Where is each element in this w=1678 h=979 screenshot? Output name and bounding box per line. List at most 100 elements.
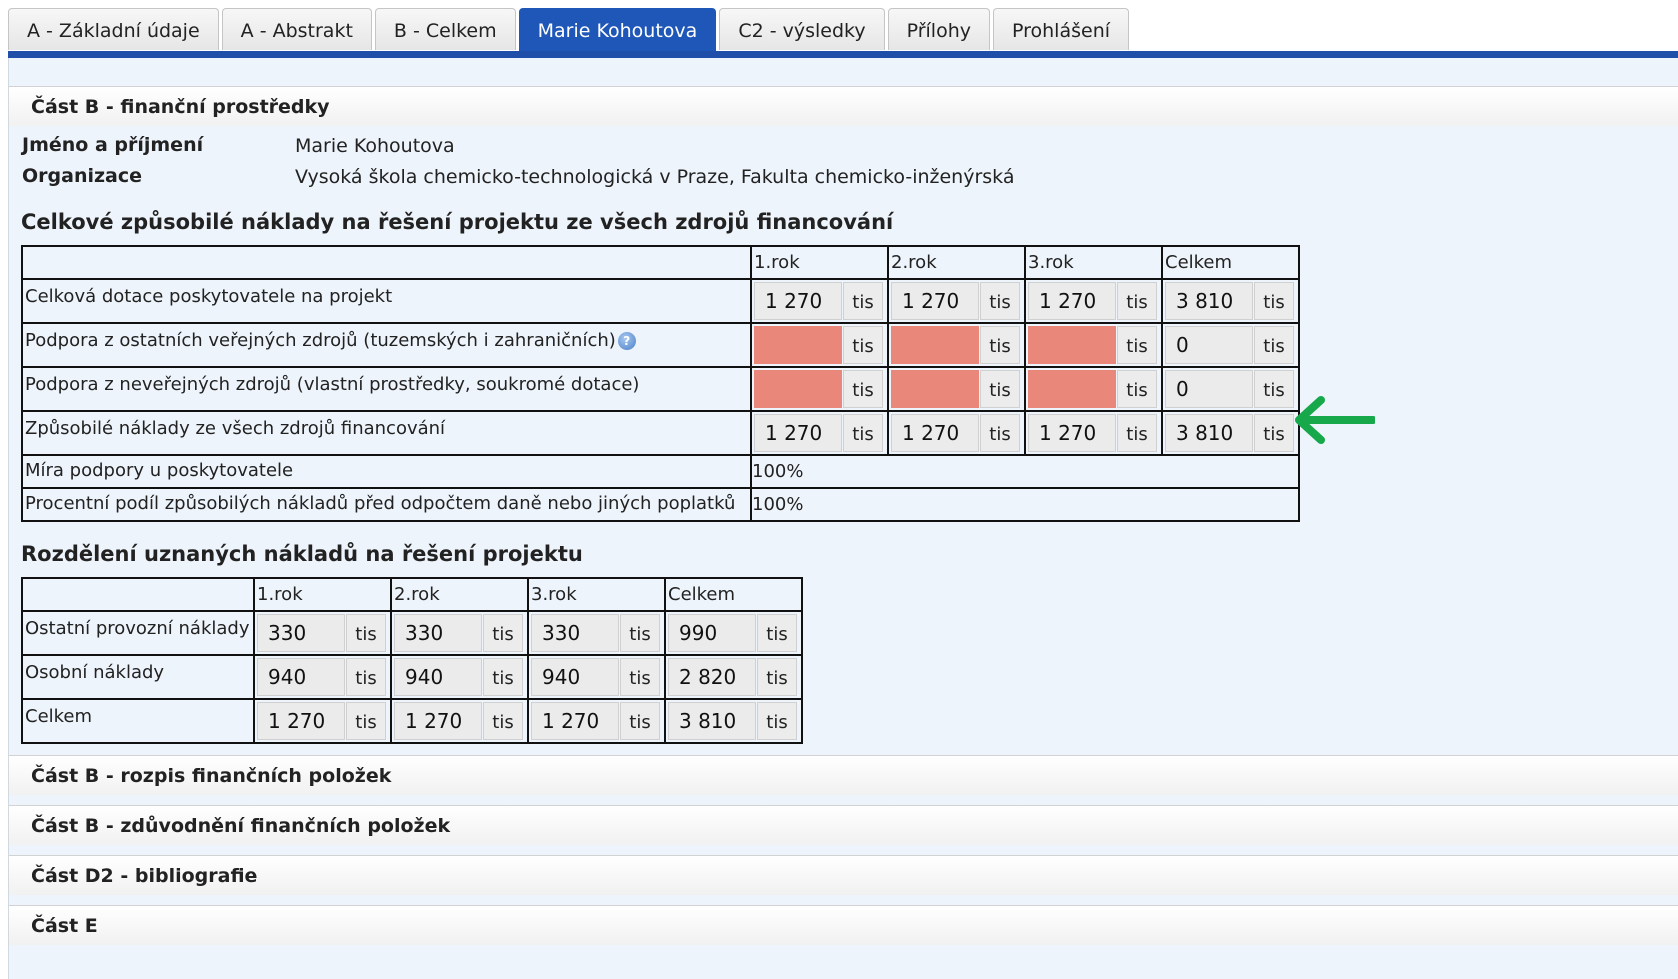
total-amount-field: 3 810	[1165, 282, 1253, 320]
row-label: Podpora z neveřejných zdrojů (vlastní pr…	[21, 366, 752, 412]
unit-label: tis	[843, 414, 883, 452]
table-row: Celkem 1 270 tis 1 270 tis 1 270 tis 3 810 t…	[21, 698, 803, 744]
unit-label: tis	[1254, 282, 1294, 320]
unit-label: tis	[980, 282, 1020, 320]
tab-zakladni-udaje[interactable]: A - Základní údaje	[8, 8, 219, 50]
unit-label: tis	[1117, 370, 1157, 408]
amount-input-missing[interactable]	[754, 370, 842, 408]
table1-header: 2.rok	[887, 245, 1026, 280]
tab-bar: A - Základní údaje A - Abstrakt B - Celk…	[8, 8, 1132, 52]
amount-input-missing[interactable]	[891, 326, 979, 364]
tab-b-celkem[interactable]: B - Celkem	[374, 8, 516, 50]
table2-title: Rozdělení uznaných nákladů na řešení pro…	[21, 542, 583, 566]
amount-input-missing[interactable]	[754, 326, 842, 364]
arrow-left-icon	[1295, 396, 1375, 444]
table-row: Ostatní provozní náklady 330 tis 330 tis 3…	[21, 610, 803, 656]
row-label: Podpora z ostatních veřejných zdrojů (tu…	[25, 330, 616, 351]
percent-value: 100%	[750, 454, 1300, 489]
unit-label: tis	[620, 702, 660, 740]
table1-header-empty	[21, 245, 752, 280]
amount-field: 940	[531, 658, 619, 696]
row-label: Ostatní provozní náklady	[21, 610, 255, 656]
unit-label: tis	[843, 326, 883, 364]
unit-label: tis	[1254, 326, 1294, 364]
total-amount-field: 990	[668, 614, 756, 652]
unit-label: tis	[483, 702, 523, 740]
unit-label: tis	[980, 370, 1020, 408]
unit-label: tis	[757, 658, 797, 696]
amount-input-missing[interactable]	[1028, 326, 1116, 364]
amount-field: 1 270	[394, 702, 482, 740]
unit-label: tis	[620, 658, 660, 696]
tab-prilohy[interactable]: Přílohy	[887, 8, 990, 50]
amount-field: 1 270	[1028, 414, 1116, 452]
help-icon[interactable]: ?	[617, 332, 636, 350]
tab-marie-kohoutova[interactable]: Marie Kohoutova	[518, 8, 717, 52]
percent-value: 100%	[750, 487, 1300, 522]
amount-input-missing[interactable]	[1028, 370, 1116, 408]
amount-field: 1 270	[257, 702, 345, 740]
unit-label: tis	[843, 282, 883, 320]
unit-label: tis	[1117, 326, 1157, 364]
unit-label: tis	[483, 658, 523, 696]
tab-prohlaseni[interactable]: Prohlášení	[993, 8, 1130, 50]
tab-abstrakt[interactable]: A - Abstrakt	[221, 8, 372, 50]
amount-field: 1 270	[531, 702, 619, 740]
section-header-zduvodneni[interactable]: Část B - zdůvodnění finančních položek	[9, 805, 1678, 845]
row-label: Procentní podíl způsobilých nákladů před…	[21, 487, 752, 522]
section-header-financni-prostredky[interactable]: Část B - finanční prostředky	[9, 86, 1678, 126]
table-row: Podpora z ostatních veřejných zdrojů (tu…	[21, 322, 1300, 368]
tab-underline	[8, 51, 1678, 58]
tab-c2-vysledky[interactable]: C2 - výsledky	[719, 8, 885, 50]
amount-field: 330	[257, 614, 345, 652]
table2-header: Celkem	[664, 577, 803, 612]
unit-label: tis	[346, 614, 386, 652]
table-row: Způsobilé náklady ze všech zdrojů financ…	[21, 410, 1300, 456]
amount-field: 940	[257, 658, 345, 696]
amount-field: 940	[394, 658, 482, 696]
table-row: Procentní podíl způsobilých nákladů před…	[21, 487, 1300, 522]
section-header-rozpis[interactable]: Část B - rozpis finančních položek	[9, 755, 1678, 795]
unit-label: tis	[1254, 414, 1294, 452]
total-amount-field: 0	[1165, 370, 1253, 408]
unit-label: tis	[757, 614, 797, 652]
unit-label: tis	[1254, 370, 1294, 408]
amount-field: 330	[394, 614, 482, 652]
name-label: Jméno a příjmení	[22, 134, 204, 156]
name-value: Marie Kohoutova	[295, 135, 455, 157]
total-amount-field: 2 820	[668, 658, 756, 696]
amount-input-missing[interactable]	[891, 370, 979, 408]
amount-field: 1 270	[891, 414, 979, 452]
table1-header: 1.rok	[750, 245, 889, 280]
organization-label: Organizace	[22, 165, 143, 187]
approved-costs-table: 1.rok 2.rok 3.rok Celkem Ostatní provozn…	[21, 577, 803, 744]
total-amount-field: 3 810	[668, 702, 756, 740]
total-amount-field: 3 810	[1165, 414, 1253, 452]
row-label: Míra podpory u poskytovatele	[21, 454, 752, 489]
unit-label: tis	[620, 614, 660, 652]
amount-input[interactable]: 1 270	[1028, 282, 1116, 320]
unit-label: tis	[980, 414, 1020, 452]
table-row: Podpora z neveřejných zdrojů (vlastní pr…	[21, 366, 1300, 412]
amount-input[interactable]: 1 270	[754, 282, 842, 320]
tab-content: Část B - finanční prostředky Jméno a pří…	[8, 58, 1678, 979]
unit-label: tis	[346, 702, 386, 740]
row-label: Celková dotace poskytovatele na projekt	[21, 278, 752, 324]
amount-field: 330	[531, 614, 619, 652]
total-amount-field: 0	[1165, 326, 1253, 364]
table1-title: Celkové způsobilé náklady na řešení proj…	[21, 210, 894, 234]
section-header-bibliografie[interactable]: Část D2 - bibliografie	[9, 855, 1678, 895]
unit-label: tis	[980, 326, 1020, 364]
unit-label: tis	[346, 658, 386, 696]
amount-field: 1 270	[754, 414, 842, 452]
table2-header: 1.rok	[253, 577, 392, 612]
unit-label: tis	[483, 614, 523, 652]
section-header-cast-e[interactable]: Část E	[9, 905, 1678, 945]
table-row: Míra podpory u poskytovatele 100%	[21, 454, 1300, 489]
amount-input[interactable]: 1 270	[891, 282, 979, 320]
unit-label: tis	[1117, 282, 1157, 320]
table2-header-empty	[21, 577, 255, 612]
table-row: Celková dotace poskytovatele na projekt …	[21, 278, 1300, 324]
row-label: Způsobilé náklady ze všech zdrojů financ…	[21, 410, 752, 456]
organization-value: Vysoká škola chemicko-technologická v Pr…	[295, 166, 1015, 188]
